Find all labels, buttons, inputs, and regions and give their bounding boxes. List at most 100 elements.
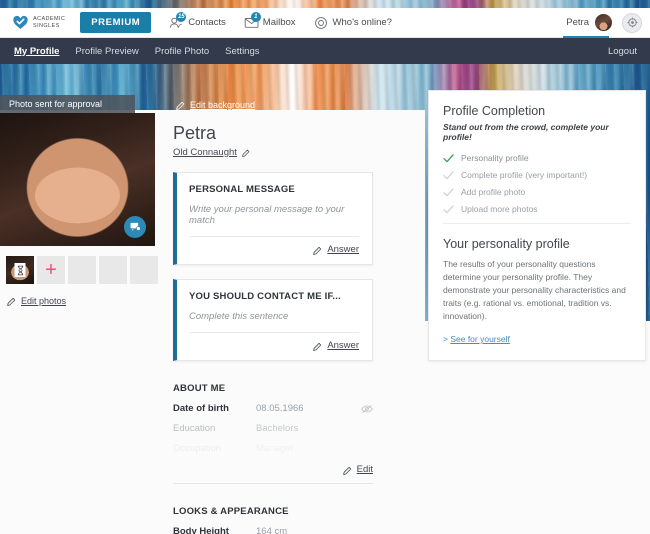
avatar[interactable] xyxy=(594,13,613,32)
contact-me-if-placeholder: Complete this sentence xyxy=(189,311,289,322)
checklist-label: Personality profile xyxy=(461,153,529,163)
user-area[interactable]: Petra xyxy=(566,12,642,33)
pencil-icon xyxy=(342,466,351,475)
profile-location[interactable]: Old Connaught xyxy=(173,147,373,158)
photo-thumbnail-strip: + xyxy=(6,256,158,284)
page-title: Petra xyxy=(173,123,217,143)
check-icon xyxy=(443,153,454,162)
nav-whos-online[interactable]: Who's online? xyxy=(314,16,392,30)
photo-approval-banner: Photo sent for approval xyxy=(0,95,135,113)
profile-completion-title: Profile Completion xyxy=(443,104,546,118)
nav-contacts[interactable]: 15 Contacts xyxy=(169,11,226,30)
nav-contacts-label: Contacts xyxy=(188,17,226,28)
plus-icon: + xyxy=(45,259,57,281)
nav-whos-online-label: Who's online? xyxy=(332,17,392,28)
logout-link[interactable]: Logout xyxy=(608,46,637,57)
page-root: ACADEMIC SINGLES PREMIUM 15 Contacts 1 M… xyxy=(0,0,650,534)
heart-check-logo-icon xyxy=(13,15,28,29)
profile-completion-subtitle: Stand out from the crowd, complete your … xyxy=(443,122,609,142)
mailbox-badge: 1 xyxy=(250,11,261,22)
tab-my-profile[interactable]: My Profile xyxy=(14,46,59,57)
about-me-title: ABOUT ME xyxy=(173,383,226,394)
checklist-item[interactable]: Personality profile xyxy=(443,153,631,163)
logo-text: ACADEMIC SINGLES xyxy=(33,16,65,29)
personal-message-title: PERSONAL MESSAGE xyxy=(189,184,295,195)
about-me-row: Date of birth 08.05.1966 xyxy=(173,403,373,414)
logo-line-2: SINGLES xyxy=(33,22,60,29)
contacts-icon: 15 xyxy=(169,11,187,30)
pencil-icon xyxy=(313,342,322,351)
edit-photos-label: Edit photos xyxy=(21,296,67,306)
check-icon xyxy=(443,170,454,179)
tab-settings[interactable]: Settings xyxy=(225,46,259,57)
answer-label: Answer xyxy=(327,244,359,255)
tab-profile-preview[interactable]: Profile Preview xyxy=(75,46,138,57)
checklist-item[interactable]: Add profile photo xyxy=(443,187,631,197)
about-me-key: Date of birth xyxy=(173,403,229,414)
user-name: Petra xyxy=(566,17,589,28)
pencil-icon xyxy=(242,149,250,157)
target-circle-icon xyxy=(314,16,330,30)
edit-background-link[interactable]: Edit background xyxy=(176,100,255,110)
contacts-badge: 15 xyxy=(176,11,187,22)
pencil-icon xyxy=(7,297,16,306)
contact-me-if-title: YOU SHOULD CONTACT ME IF... xyxy=(189,291,341,302)
thumbnail-empty[interactable] xyxy=(130,256,158,284)
personal-message-card: PERSONAL MESSAGE Write your personal mes… xyxy=(173,172,373,265)
about-me-key: Occupation xyxy=(173,443,222,454)
check-icon xyxy=(443,187,454,196)
pencil-icon xyxy=(176,101,185,110)
profile-subnav: My Profile Profile Preview Profile Photo… xyxy=(0,38,650,64)
see-for-yourself-link[interactable]: > See for yourself xyxy=(443,334,631,344)
premium-button[interactable]: PREMIUM xyxy=(80,12,152,33)
looks-value: 164 cm xyxy=(256,526,288,534)
nav-mailbox[interactable]: 1 Mailbox xyxy=(244,11,296,30)
eye-off-icon[interactable] xyxy=(361,404,373,414)
right-sidebar-panel: Profile Completion Stand out from the cr… xyxy=(428,90,646,361)
personality-profile-text: The results of your personality question… xyxy=(443,259,626,321)
divider xyxy=(189,332,359,333)
envelope-icon: 1 xyxy=(244,11,261,30)
send-message-button[interactable] xyxy=(124,216,146,238)
tab-profile-photo[interactable]: Profile Photo xyxy=(155,46,209,57)
checklist-label: Add profile photo xyxy=(461,187,526,197)
about-me-row: Education Bachelors xyxy=(173,423,373,434)
answer-label: Answer xyxy=(327,340,359,351)
thumbnail-empty[interactable] xyxy=(68,256,96,284)
looks-title: LOOKS & APPEARANCE xyxy=(173,506,289,517)
profile-location-label: Old Connaught xyxy=(173,147,237,158)
about-me-value: Manager xyxy=(256,443,294,454)
divider xyxy=(173,483,373,484)
thumbnail-empty[interactable] xyxy=(99,256,127,284)
contact-me-if-answer-button[interactable]: Answer xyxy=(189,340,359,351)
checklist-label: Complete profile (very important!) xyxy=(461,170,588,180)
looks-key: Body Height xyxy=(173,526,229,534)
top-header-bar: ACADEMIC SINGLES PREMIUM 15 Contacts 1 M… xyxy=(0,8,650,38)
profile-completion-checklist: Personality profile Complete profile (ve… xyxy=(443,153,631,214)
personality-profile-title: Your personality profile xyxy=(443,237,570,251)
edit-background-label: Edit background xyxy=(190,100,256,110)
personal-message-answer-button[interactable]: Answer xyxy=(189,244,359,255)
divider xyxy=(443,223,631,224)
edit-photos-link[interactable]: Edit photos xyxy=(7,296,66,306)
checklist-label: Upload more photos xyxy=(461,204,538,214)
logo-line-1: ACADEMIC xyxy=(33,16,66,22)
about-me-edit-label: Edit xyxy=(356,464,373,475)
checklist-item[interactable]: Upload more photos xyxy=(443,204,631,214)
see-for-yourself-label: See for yourself xyxy=(450,334,510,344)
about-me-row: Occupation Manager xyxy=(173,443,373,454)
gear-icon[interactable] xyxy=(622,12,642,33)
about-me-value: 08.05.1966 xyxy=(256,403,304,414)
check-icon xyxy=(443,204,454,213)
thumbnail-add-photo[interactable]: + xyxy=(37,256,65,284)
profile-main-column: Petra Old Connaught PERSONAL MESSAGE Wri… xyxy=(173,122,373,534)
divider xyxy=(189,236,359,237)
about-me-edit-button[interactable]: Edit xyxy=(173,464,373,475)
site-logo[interactable]: ACADEMIC SINGLES xyxy=(12,14,65,31)
chat-message-icon xyxy=(130,222,141,231)
about-me-value: Bachelors xyxy=(256,423,299,434)
checklist-item[interactable]: Complete profile (very important!) xyxy=(443,170,631,180)
contact-me-if-card: YOU SHOULD CONTACT ME IF... Complete thi… xyxy=(173,279,373,361)
pencil-icon xyxy=(313,246,322,255)
thumbnail-pending[interactable] xyxy=(6,256,34,284)
